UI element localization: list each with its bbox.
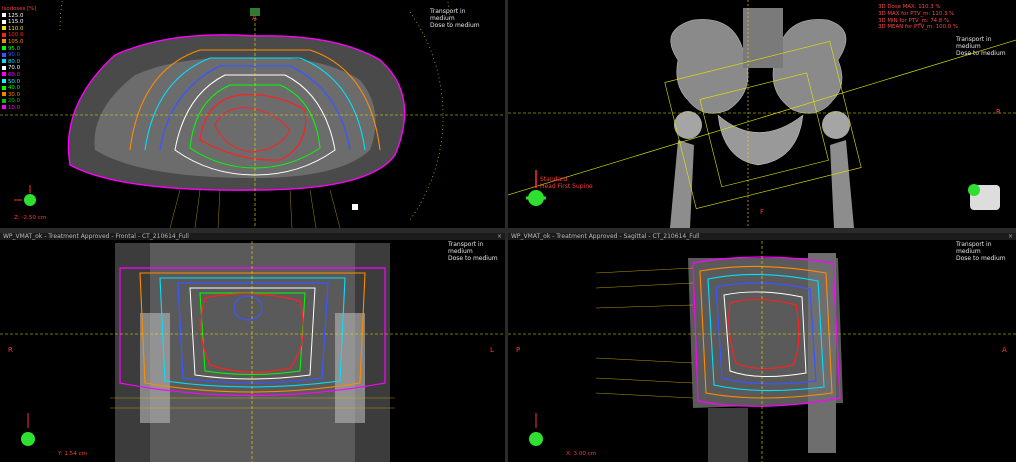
3d-pelvis-render[interactable] bbox=[508, 0, 1016, 228]
legend-item[interactable]: 70.0 bbox=[2, 65, 36, 72]
legend-item-label: 95.0 bbox=[8, 45, 21, 52]
stat-line: 3D MEAN for PTV_m: 100.0 % bbox=[878, 24, 958, 31]
legend-item[interactable]: 80.0 bbox=[2, 59, 36, 66]
stat-line: 3D MAX for PTV_m: 110.3 % bbox=[878, 10, 955, 17]
sagittal-image[interactable] bbox=[508, 233, 1016, 462]
frontal-view[interactable]: WP_VMAT_ok - Treatment Approved - Fronta… bbox=[0, 233, 505, 462]
isodose-swatch bbox=[2, 46, 6, 51]
dose-statistics: 3D Dose MAX: 110.3 % 3D MAX for PTV_m: 1… bbox=[878, 4, 958, 31]
legend-item[interactable]: 105.0 bbox=[2, 39, 36, 46]
slice-position: X: 3.00 cm bbox=[566, 451, 597, 457]
legend-item-label: 10.0 bbox=[8, 104, 21, 111]
direction-label-posterior: P bbox=[516, 346, 521, 354]
legend-item-label: 110.0 bbox=[8, 25, 24, 32]
legend-item[interactable]: 100.0 bbox=[2, 32, 36, 39]
stat-line: 3D Dose MAX: 110.3 % bbox=[878, 4, 941, 10]
legend-item-label: 60.0 bbox=[8, 71, 21, 78]
slice-position: Z: -2.50 cm bbox=[14, 215, 47, 221]
transport-info: Transport in medium Dose to medium bbox=[430, 8, 480, 29]
legend-item-label: 40.0 bbox=[8, 85, 21, 92]
legend-item[interactable]: 50.0 bbox=[2, 79, 36, 86]
patient-orientation: Standard Head First Supine bbox=[540, 176, 593, 190]
pane-divider-horizontal[interactable] bbox=[0, 228, 1016, 233]
isodose-swatch bbox=[2, 65, 6, 70]
isodose-swatch bbox=[2, 19, 6, 24]
legend-item[interactable]: 95.0 bbox=[2, 46, 36, 53]
legend-item[interactable]: 40.0 bbox=[2, 85, 36, 92]
direction-label-feet: F bbox=[760, 208, 765, 216]
pane-divider-vertical[interactable] bbox=[505, 0, 508, 462]
isodose-swatch bbox=[2, 59, 6, 64]
axial-image[interactable] bbox=[0, 0, 505, 228]
isodose-swatch bbox=[2, 39, 6, 44]
legend-item-label: 115.0 bbox=[8, 19, 24, 26]
legend-item[interactable]: 60.0 bbox=[2, 72, 36, 79]
legend-item[interactable]: 110.0 bbox=[2, 26, 36, 33]
legend-item[interactable]: 115.0 bbox=[2, 19, 36, 26]
legend-item-label: 90.0 bbox=[8, 52, 21, 59]
legend-item[interactable]: 20.0 bbox=[2, 98, 36, 105]
slice-position: Y: 1.54 cm bbox=[58, 451, 88, 457]
isodose-swatch bbox=[2, 79, 6, 84]
transport-info: Transport in medium Dose to medium bbox=[448, 241, 498, 262]
transport-info: Transport in medium Dose to medium bbox=[956, 36, 1006, 57]
legend-item-label: 70.0 bbox=[8, 65, 21, 72]
frontal-image[interactable] bbox=[0, 233, 505, 462]
legend-item-label: 20.0 bbox=[8, 98, 21, 105]
isodose-swatch bbox=[2, 52, 6, 57]
isodose-swatch bbox=[2, 92, 6, 97]
legend-item[interactable]: 125.0 bbox=[2, 13, 36, 20]
isodose-swatch bbox=[2, 85, 6, 90]
legend-header: Isodoses [%] bbox=[2, 6, 37, 12]
legend-item[interactable]: 30.0 bbox=[2, 92, 36, 99]
isodose-swatch bbox=[2, 72, 6, 77]
stat-line: 3D MIN for PTV_m: 74.8 % bbox=[878, 17, 950, 24]
isodose-swatch bbox=[2, 98, 6, 103]
legend-item-label: 105.0 bbox=[8, 38, 24, 45]
isodose-swatch bbox=[2, 26, 6, 31]
3d-view[interactable]: 3D Dose MAX: 110.3 % 3D MAX for PTV_m: 1… bbox=[508, 0, 1016, 228]
isodose-swatch bbox=[2, 13, 6, 18]
direction-label-right: R bbox=[8, 346, 13, 354]
legend-item[interactable]: 10.0 bbox=[2, 105, 36, 112]
axial-view[interactable]: Isodoses [%] 125.0 115.0 110.0 100.0 105.0 95… bbox=[0, 0, 505, 228]
sagittal-view[interactable]: WP_VMAT_ok - Treatment Approved - Sagitt… bbox=[508, 233, 1016, 462]
legend-item-label: 50.0 bbox=[8, 78, 21, 85]
legend-item-label: 30.0 bbox=[8, 91, 21, 98]
direction-label-right: R bbox=[996, 108, 1001, 116]
isodose-swatch bbox=[2, 32, 6, 37]
isodose-legend: Isodoses [%] 125.0 115.0 110.0 100.0 105.0 95… bbox=[2, 6, 36, 112]
legend-item-label: 125.0 bbox=[8, 12, 24, 19]
isodose-swatch bbox=[2, 105, 6, 110]
direction-label-anterior: A bbox=[1002, 346, 1007, 354]
direction-label-left: L bbox=[490, 346, 494, 354]
direction-label-anterior: A bbox=[252, 14, 257, 22]
legend-item-label: 100.0 bbox=[8, 32, 24, 39]
transport-info: Transport in medium Dose to medium bbox=[956, 241, 1006, 262]
legend-item[interactable]: 90.0 bbox=[2, 52, 36, 59]
legend-item-label: 80.0 bbox=[8, 58, 21, 65]
